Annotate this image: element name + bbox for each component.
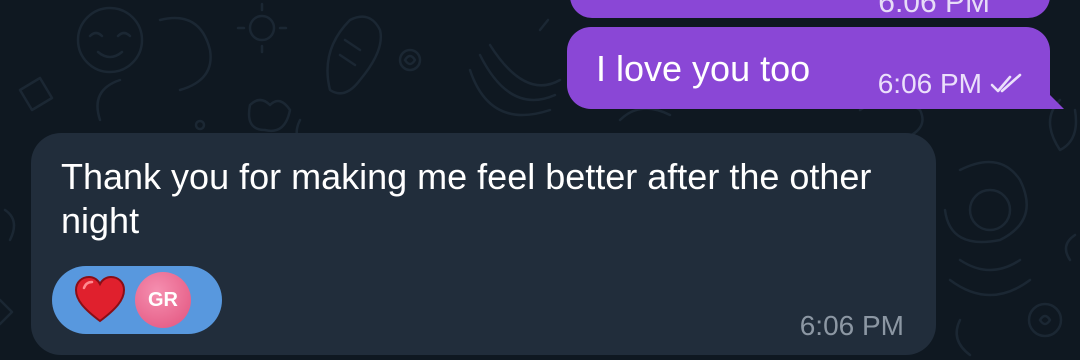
incoming-message-bubble[interactable]: Thank you for making me feel better afte… [31, 133, 936, 355]
outgoing-message-time: 6:06 PM [877, 68, 982, 99]
double-check-icon [990, 73, 1024, 95]
incoming-message-time: 6:06 PM [799, 310, 904, 341]
red-heart-icon [74, 276, 126, 324]
reaction-pill[interactable]: GR [52, 266, 222, 334]
outgoing-message-bubble[interactable]: I love you too 6:06 PM [567, 27, 1064, 109]
previous-outgoing-message-bubble[interactable]: 6:06 PM [570, 0, 1050, 18]
incoming-message-text: Thank you for making me feel better afte… [61, 156, 872, 241]
reactor-avatar: GR [135, 272, 191, 328]
previous-message-time: 6:06 PM [878, 0, 990, 18]
outgoing-message-text: I love you too [596, 48, 811, 89]
outgoing-message-meta: 6:06 PM [878, 69, 1024, 99]
